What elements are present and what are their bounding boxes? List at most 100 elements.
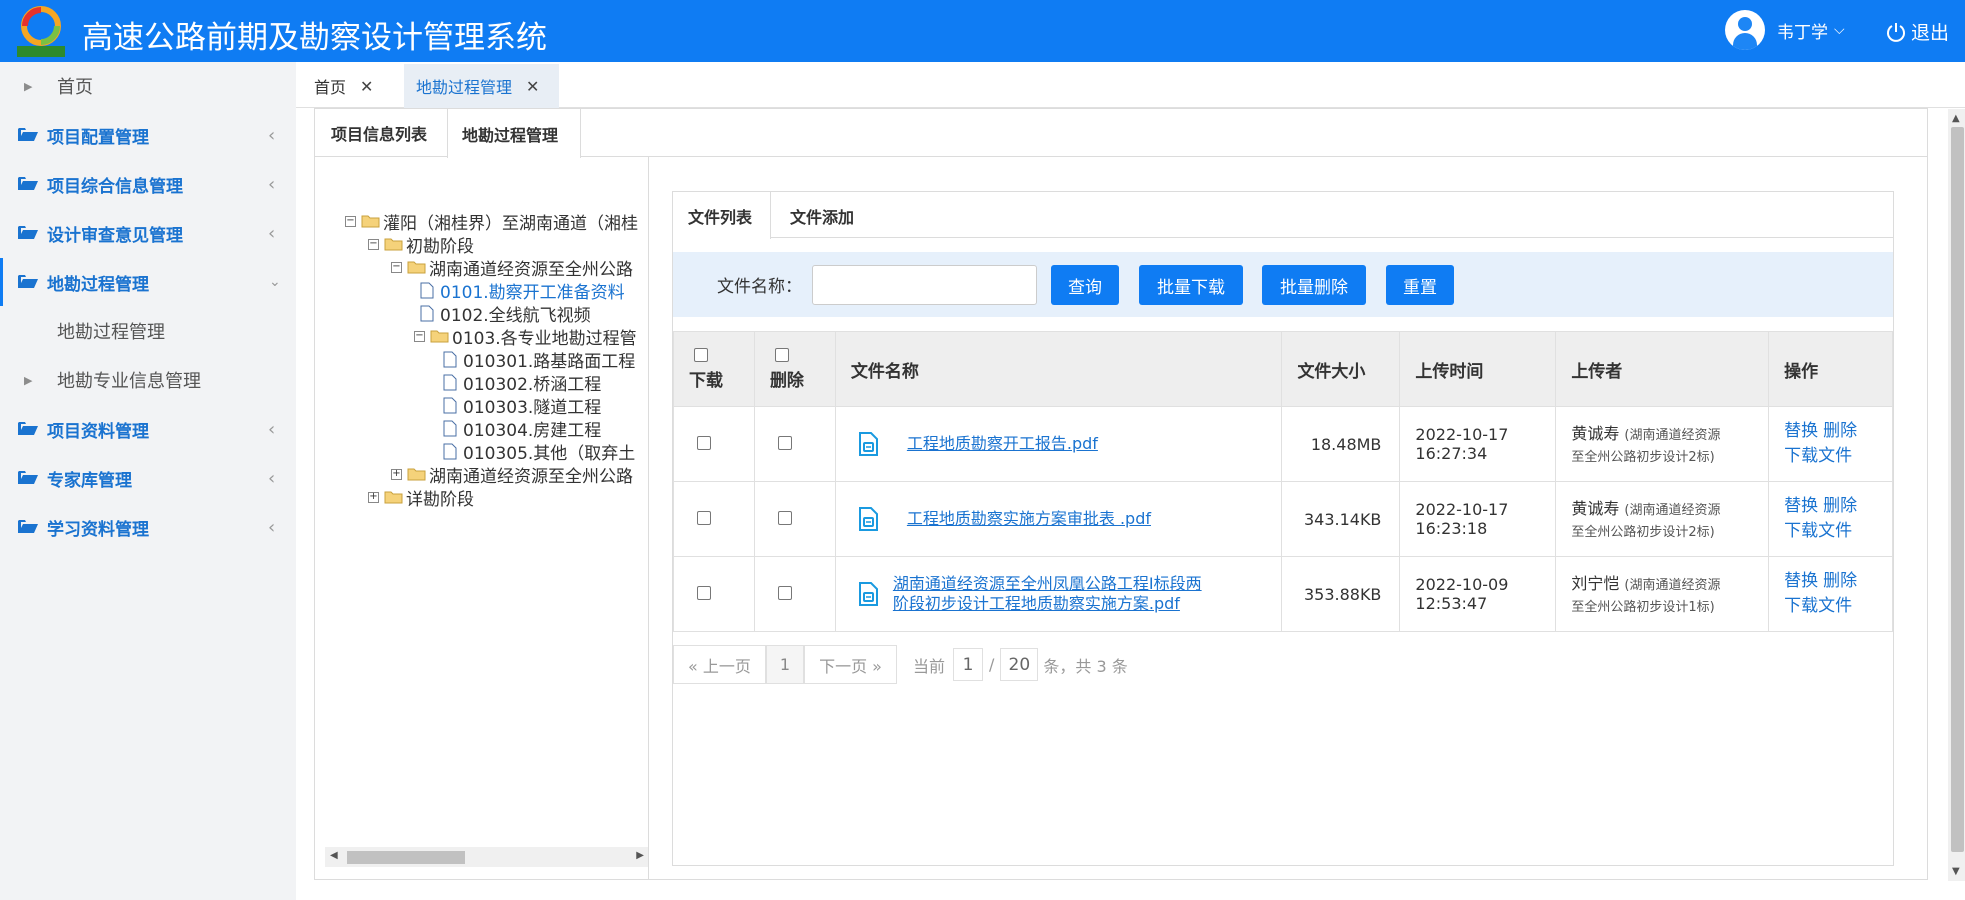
download-link[interactable]: 下载文件 [1784,446,1852,466]
collapse-toggle-icon[interactable]: − [368,238,379,250]
download-checkbox[interactable] [697,585,711,600]
tree-node-label: 湖南通道经资源至全州公路 [429,466,633,487]
tree-node[interactable]: 0102.全线航飞视频 [420,302,591,326]
sidebar-item-project-config[interactable]: 项目配置管理 ‹ [0,111,296,159]
tab-label: 地勘过程管理 [416,78,513,97]
delete-link[interactable]: 删除 [1823,571,1857,591]
sidebar-item-survey-specialty[interactable]: ▶ 地勘专业信息管理 [0,356,296,404]
page-size-input[interactable]: 20 [1000,648,1039,681]
collapse-toggle-icon[interactable]: − [391,261,402,273]
tree-node[interactable]: 0101.勘察开工准备资料 [420,279,625,303]
sidebar-item-expert-library[interactable]: 专家库管理 ‹ [0,454,296,502]
tab-file-add[interactable]: 文件添加 [790,192,854,239]
upload-time: 12:53:47 [1415,594,1488,613]
file-name-input[interactable] [812,265,1037,305]
replace-link[interactable]: 替换 [1784,421,1818,441]
close-icon[interactable]: ✕ [360,77,373,96]
folder-open-icon [18,226,38,239]
file-link[interactable]: 湖南通道经资源至全州凤凰公路工程Ⅰ标段两 阶段初步设计工程地质勘察实施方案.pdf [893,574,1202,614]
file-size: 18.48MB [1281,406,1401,482]
sidebar-item-label: 地勘过程管理 [57,322,165,343]
delete-checkbox[interactable] [777,510,792,525]
file-size: 353.88KB [1281,556,1401,632]
tree-node[interactable]: − 初勘阶段 [368,233,474,257]
query-button[interactable]: 查询 [1051,265,1119,305]
sidebar-item-label: 首页 [57,77,93,98]
chevron-down-icon: ⌵ [1834,22,1845,38]
uploader-name: 黄诚寿 [1571,423,1620,443]
tree-node[interactable]: 010305.其他（取弃土 [443,440,635,464]
pager-separator: / [988,655,995,674]
uploader-name: 黄诚寿 [1571,498,1620,518]
select-all-delete-checkbox[interactable] [774,347,789,362]
sidebar-item-survey-process[interactable]: 地勘过程管理 ⌄ [0,258,296,306]
close-icon[interactable]: ✕ [526,77,539,96]
sub-tabs: 项目信息列表 地勘过程管理 [315,109,1927,158]
sidebar-subitem-survey-process[interactable]: 地勘过程管理 [0,307,296,355]
scroll-up-icon[interactable]: ▲ [1952,113,1960,124]
sidebar-item-home[interactable]: ▶ 首页 [0,62,296,110]
uploader-unit: 至全州公路初步设计2标) [1571,449,1715,465]
sidebar-item-label: 学习资料管理 [47,519,149,540]
tree-node[interactable]: 010301.路基路面工程 [443,348,635,372]
vertical-scrollbar[interactable]: ▲ ▼ [1948,109,1965,881]
page-number-button[interactable]: 1 [765,645,805,684]
column-header: 文件名称 [834,331,1283,407]
replace-link[interactable]: 替换 [1784,571,1818,591]
current-page-input[interactable]: 1 [952,648,983,681]
tree-node[interactable]: − 0103.各专业地勘过程管 [414,325,637,349]
content-frame: 项目信息列表 地勘过程管理 − 灌阳（湘桂界）至湖南通道（湘桂 − 初勘阶段 − 湖南通道… [296,108,1965,900]
scrollbar-thumb[interactable] [347,851,465,864]
replace-link[interactable]: 替换 [1784,496,1818,516]
tree-node[interactable]: 010302.桥涵工程 [443,371,601,395]
tree-node[interactable]: + 详勘阶段 [368,486,474,510]
next-page-button[interactable]: 下一页 » [804,645,897,684]
tab-file-list[interactable]: 文件列表 [673,192,771,239]
sidebar-item-learning-docs[interactable]: 学习资料管理 ‹ [0,503,296,551]
delete-link[interactable]: 删除 [1823,496,1857,516]
download-link[interactable]: 下载文件 [1784,596,1852,616]
reset-button[interactable]: 重置 [1386,265,1454,305]
collapse-toggle-icon[interactable]: − [345,215,356,227]
scroll-left-icon[interactable]: ◀ [330,850,338,861]
tree-node[interactable]: − 灌阳（湘桂界）至湖南通道（湘桂 [345,210,638,234]
batch-delete-button[interactable]: 批量删除 [1262,265,1366,305]
tree-node-label: 湖南通道经资源至全州公路 [429,259,633,280]
scrollbar-thumb[interactable] [1951,127,1964,852]
uploader-unit: (湖南通道经资源 [1624,502,1721,518]
expand-toggle-icon[interactable]: + [368,491,379,503]
delete-link[interactable]: 删除 [1823,421,1857,441]
download-link[interactable]: 下载文件 [1784,521,1852,541]
batch-download-button[interactable]: 批量下载 [1139,265,1243,305]
tree-node[interactable]: − 湖南通道经资源至全州公路 [391,256,633,280]
scroll-right-icon[interactable]: ▶ [636,850,644,861]
tree-node[interactable]: 010303.隧道工程 [443,394,601,418]
logout-button[interactable]: 退出 [1885,18,1949,45]
file-link[interactable]: 工程地质勘察开工报告.pdf [907,434,1098,454]
tree-node[interactable]: + 湖南通道经资源至全州公路 [391,463,633,487]
expand-toggle-icon[interactable]: + [391,468,402,480]
tab-home[interactable]: 首页 ✕ [314,64,373,108]
tab-survey-process-manage[interactable]: 地勘过程管理 [447,109,581,158]
caret-right-icon: ▶ [24,79,33,93]
delete-checkbox[interactable] [777,585,792,600]
tab-project-list[interactable]: 项目信息列表 [331,109,427,157]
download-checkbox[interactable] [697,435,711,450]
user-menu[interactable]: 韦丁学 ⌵ [1725,10,1845,50]
folder-icon [384,238,403,251]
delete-checkbox[interactable] [777,435,792,450]
sidebar-item-design-review[interactable]: 设计审查意见管理 ‹ [0,209,296,257]
horizontal-scrollbar[interactable]: ◀ ▶ [325,847,648,867]
collapse-toggle-icon[interactable]: − [414,330,425,342]
file-link[interactable]: 工程地质勘察实施方案审批表 .pdf [907,509,1151,529]
sidebar-item-project-info[interactable]: 项目综合信息管理 ‹ [0,160,296,208]
folder-icon [407,468,426,481]
tab-survey-process[interactable]: 地勘过程管理 ✕ [404,64,559,108]
select-all-download-checkbox[interactable] [694,347,708,362]
folder-open-icon [18,275,38,288]
tree-node[interactable]: 010304.房建工程 [443,417,601,441]
scroll-down-icon[interactable]: ▼ [1952,866,1960,877]
sidebar-item-project-docs[interactable]: 项目资料管理 ‹ [0,405,296,453]
download-checkbox[interactable] [697,510,711,525]
prev-page-button[interactable]: « 上一页 [673,645,766,684]
